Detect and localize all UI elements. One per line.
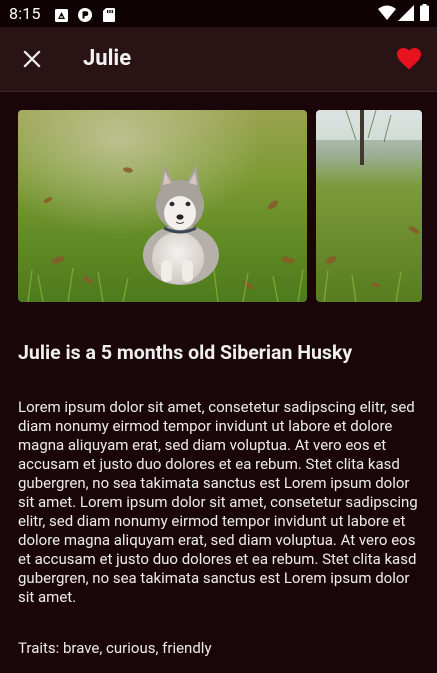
signal-icon xyxy=(398,5,414,25)
heart-icon xyxy=(397,48,421,70)
wifi-icon xyxy=(378,5,396,25)
status-time: 8:15 xyxy=(9,4,41,23)
dog-description: Lorem ipsum dolor sit amet, consetetur s… xyxy=(18,398,418,606)
gallery-photo-husky[interactable] xyxy=(18,110,307,302)
photo-gallery[interactable] xyxy=(0,110,437,302)
app-bar-divider xyxy=(0,91,437,92)
page-title: Julie xyxy=(83,46,132,71)
close-icon xyxy=(23,50,41,68)
battery-icon xyxy=(420,4,429,25)
close-button[interactable] xyxy=(12,39,52,79)
dog-headline: Julie is a 5 months old Siberian Husky xyxy=(18,341,353,364)
pocket-casts-icon xyxy=(78,7,92,26)
app-bar: Julie xyxy=(0,27,437,91)
newspaper-icon xyxy=(55,7,68,26)
dog-traits: Traits: brave, curious, friendly xyxy=(18,639,212,657)
status-bar: 8:15 xyxy=(0,0,437,27)
favorite-button[interactable] xyxy=(389,39,429,79)
sd-card-icon xyxy=(103,7,115,26)
gallery-photo-field[interactable] xyxy=(316,110,422,302)
